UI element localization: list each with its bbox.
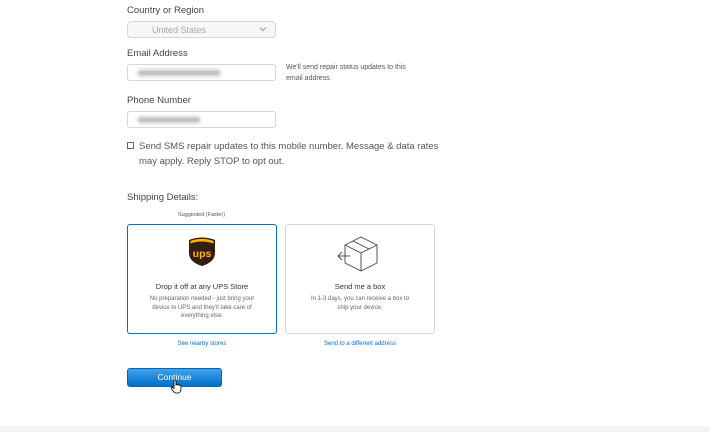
ups-logo-icon: ups (187, 235, 217, 272)
sms-line1: Send SMS repair updates to this mobile n… (139, 141, 439, 152)
see-nearby-stores-link[interactable]: See nearby stores (127, 341, 277, 347)
email-field[interactable] (127, 64, 276, 81)
different-address-link[interactable]: Send to a different address (285, 341, 435, 347)
page-footer (0, 426, 710, 432)
email-note-line2: email address. (286, 75, 332, 82)
sms-consent-text: Send SMS repair updates to this mobile n… (139, 139, 438, 169)
suggested-badge: Suggested (Faster) (177, 212, 226, 218)
ups-dropoff-card[interactable]: ups Drop it off at any UPS Store No prep… (127, 224, 277, 334)
ups-desc-line1: No preparation needed - just bring your (149, 296, 255, 302)
email-note: We'll send repair status updates to this… (286, 62, 406, 84)
country-select[interactable]: United States (127, 21, 276, 38)
box-card-title: Send me a box (334, 282, 386, 291)
ups-desc-line2: device to UPS and they'll take care of (152, 304, 252, 311)
box-icon (336, 234, 386, 281)
ups-card-description: No preparation needed - just bring your … (136, 295, 268, 321)
country-select-value: United States (152, 25, 207, 35)
ups-card-title: Drop it off at any UPS Store (155, 282, 249, 291)
email-note-line1: We'll send repair status updates to this (286, 64, 406, 71)
country-label: Country or Region (127, 5, 205, 16)
hand-cursor-icon (170, 379, 182, 399)
shipping-heading: Shipping Details: (127, 192, 199, 203)
chevron-down-icon (259, 25, 267, 35)
ups-desc-line3: everything else. (180, 313, 224, 319)
ups-logo-text: ups (193, 248, 212, 260)
send-box-card[interactable]: Send me a box In 1-3 days, you can recei… (285, 224, 435, 334)
box-desc-line1: In 1-3 days, you can receive a box to (310, 296, 410, 302)
box-card-description: In 1-3 days, you can receive a box to sh… (294, 295, 426, 312)
sms-line2: may apply. Reply STOP to opt out. (139, 156, 285, 167)
phone-field[interactable] (127, 111, 276, 128)
phone-redacted-value (139, 118, 199, 122)
sms-checkbox[interactable] (127, 142, 134, 149)
email-redacted-value (139, 71, 219, 75)
email-label: Email Address (127, 48, 188, 59)
phone-label: Phone Number (127, 95, 191, 106)
box-desc-line2: ship your device. (337, 304, 383, 311)
